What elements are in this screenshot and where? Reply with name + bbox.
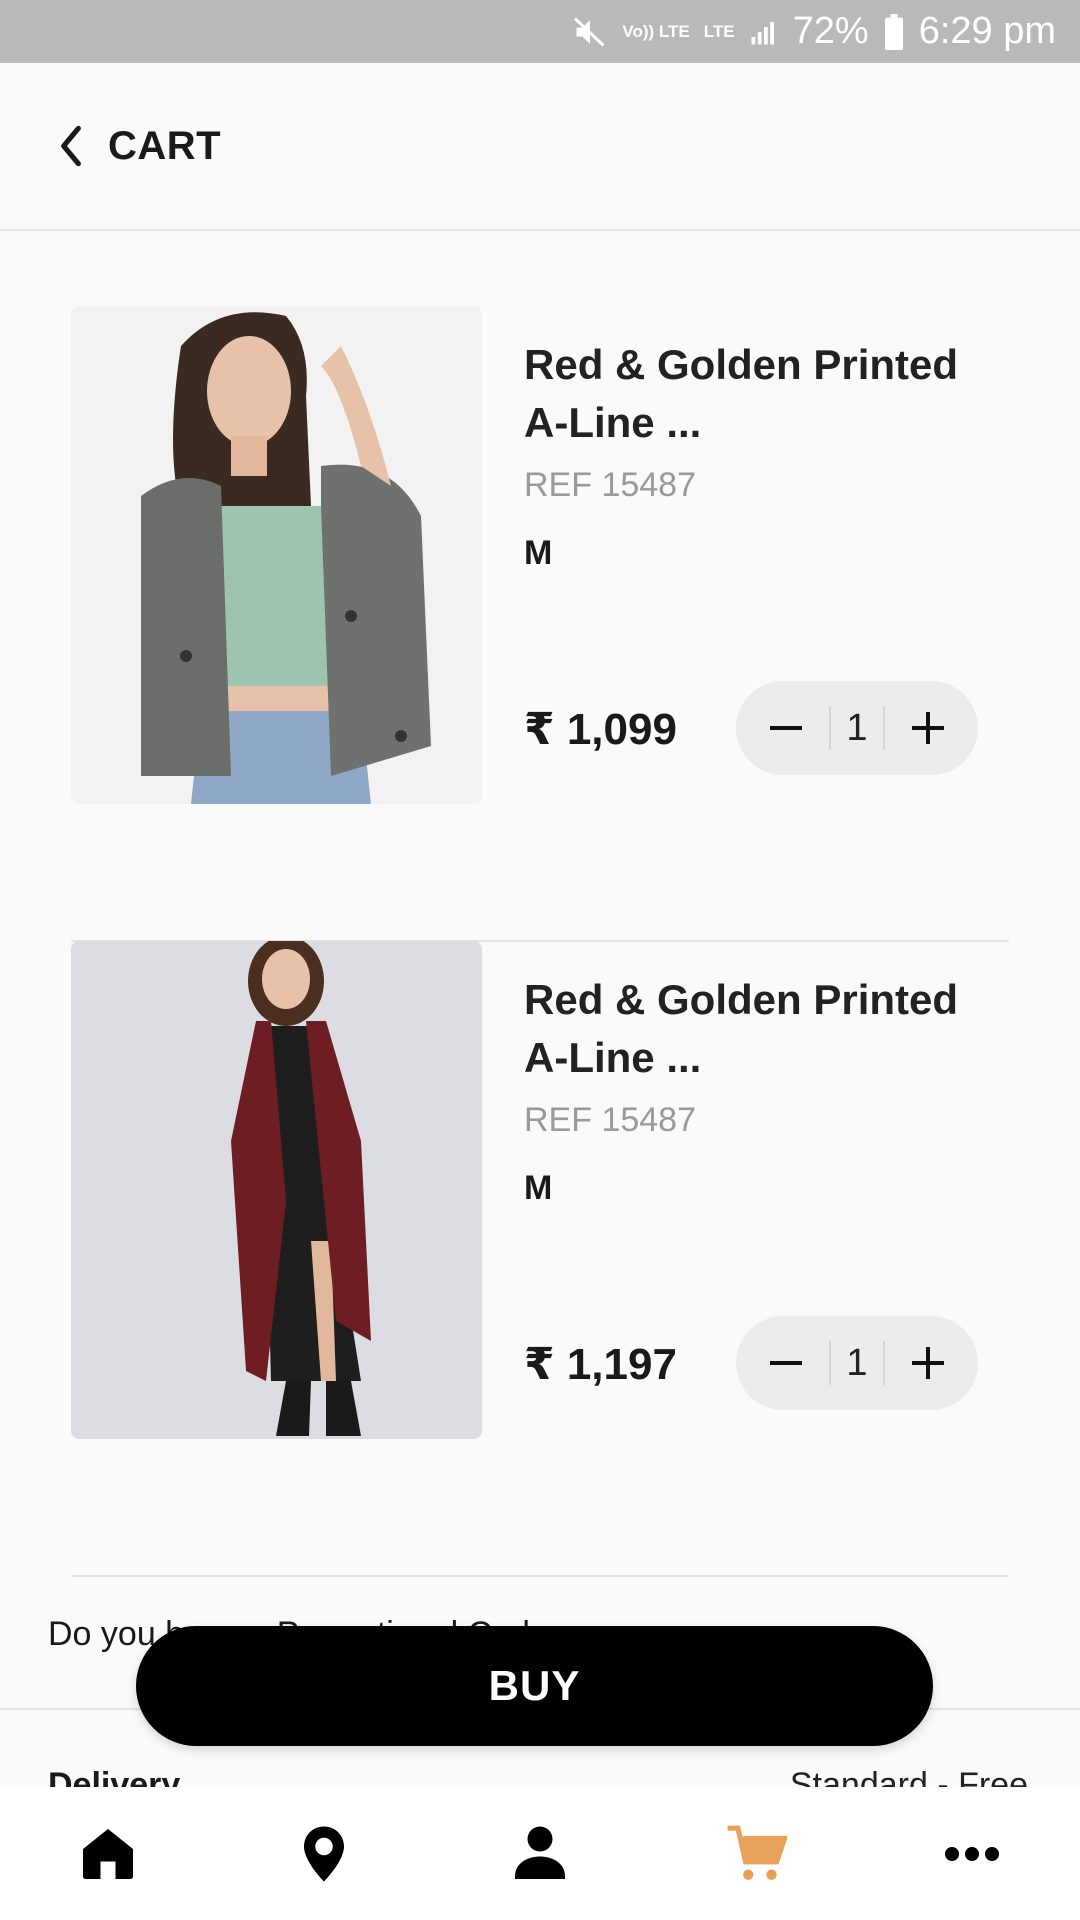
- nav-more[interactable]: [912, 1799, 1032, 1909]
- bottom-nav: [0, 1787, 1080, 1920]
- lte-indicator: LTE: [703, 22, 735, 41]
- more-icon: [945, 1846, 999, 1861]
- volte-indicator: Vo)) LTE: [622, 22, 690, 41]
- nav-cart[interactable]: [696, 1799, 816, 1909]
- product-size: M: [524, 534, 553, 572]
- nav-home[interactable]: [48, 1799, 168, 1909]
- product-name[interactable]: Red & Golden Printed A-Line ...: [524, 971, 984, 1087]
- product-image[interactable]: [71, 941, 482, 1439]
- battery-icon: [883, 13, 905, 50]
- chevron-left-icon: [61, 125, 81, 167]
- quantity-value: 1: [829, 1341, 885, 1385]
- minus-icon: [770, 726, 802, 730]
- app-header: CART: [0, 63, 1080, 231]
- minus-icon: [770, 1361, 802, 1365]
- signal-icon: [749, 17, 779, 47]
- battery-percent: 72%: [792, 10, 869, 52]
- product-price: ₹ 1,197: [524, 1340, 677, 1389]
- nav-profile[interactable]: [480, 1799, 600, 1909]
- increase-button[interactable]: [900, 700, 956, 756]
- plus-icon: [912, 1347, 944, 1379]
- product-name[interactable]: Red & Golden Printed A-Line ...: [524, 336, 984, 452]
- cart-item: Red & Golden Printed A-Line ... REF 1548…: [71, 941, 1009, 1577]
- status-bar: Vo)) LTE LTE 72% 6:29 pm: [0, 0, 1080, 63]
- cart-icon: [727, 1825, 787, 1880]
- cart-item: Red & Golden Printed A-Line ... REF 1548…: [71, 306, 1009, 942]
- buy-button[interactable]: BUY: [136, 1626, 933, 1746]
- location-icon: [304, 1826, 344, 1881]
- back-button[interactable]: [56, 116, 96, 176]
- plus-icon: [912, 712, 944, 744]
- product-size: M: [524, 1169, 553, 1207]
- home-icon: [83, 1828, 133, 1879]
- quantity-value: 1: [829, 706, 885, 750]
- decrease-button[interactable]: [758, 1335, 814, 1391]
- product-image[interactable]: [71, 306, 482, 804]
- page-title: CART: [108, 123, 222, 168]
- quantity-stepper: 1: [736, 681, 978, 775]
- decrease-button[interactable]: [758, 700, 814, 756]
- increase-button[interactable]: [900, 1335, 956, 1391]
- nav-location[interactable]: [264, 1799, 384, 1909]
- quantity-stepper: 1: [736, 1316, 978, 1410]
- mute-icon: [572, 14, 608, 50]
- product-ref: REF 15487: [524, 466, 696, 504]
- product-price: ₹ 1,099: [524, 705, 677, 754]
- clock: 6:29 pm: [918, 10, 1056, 52]
- product-ref: REF 15487: [524, 1101, 696, 1139]
- profile-icon: [515, 1826, 565, 1879]
